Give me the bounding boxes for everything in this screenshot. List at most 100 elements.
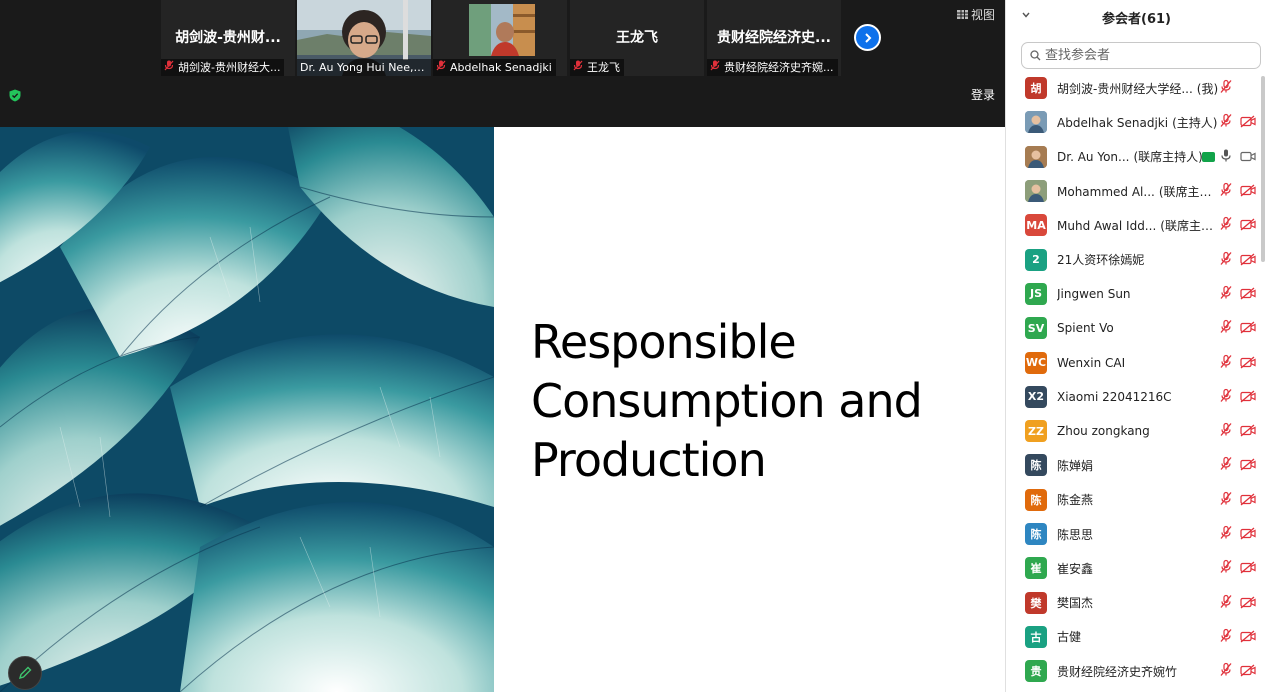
video-off-icon[interactable] [1240, 182, 1256, 201]
participant-search-box[interactable] [1021, 42, 1261, 69]
mic-muted-icon[interactable] [1219, 422, 1233, 441]
video-off-icon[interactable] [1240, 525, 1256, 544]
video-off-icon[interactable] [1240, 559, 1256, 578]
video-tile-1[interactable]: 胡剑波-贵州财... 胡剑波-贵州财经大... [161, 0, 295, 76]
participant-name: Spient Vo [1057, 321, 1219, 335]
video-off-icon[interactable] [1240, 593, 1256, 612]
avatar: 樊 [1025, 591, 1047, 614]
mic-muted-icon[interactable] [1219, 456, 1233, 475]
participant-search-input[interactable] [1045, 48, 1245, 63]
video-off-icon[interactable] [1240, 284, 1256, 303]
view-button[interactable]: 视图 [957, 6, 995, 23]
tile-caption-text: 贵财经院经济史齐婉... [724, 61, 834, 74]
mic-muted-icon[interactable] [1219, 216, 1233, 235]
annotate-button[interactable] [8, 656, 42, 690]
mic-muted-icon[interactable] [1219, 353, 1233, 372]
mic-muted-icon[interactable] [1219, 490, 1233, 509]
participant-row[interactable]: SV Spient Vo [1006, 311, 1267, 345]
mic-icon[interactable] [1219, 147, 1233, 166]
tile-caption: Abdelhak Senadjki [433, 59, 556, 76]
participant-row[interactable]: 胡胡剑波-贵州财经大学经... (我) [1006, 71, 1267, 105]
video-off-icon[interactable] [1240, 113, 1256, 132]
avatar: 胡 [1025, 77, 1047, 100]
participant-row[interactable]: MA Muhd Awal Idd...(联席主持人) [1006, 208, 1267, 242]
video-off-icon[interactable] [1240, 422, 1256, 441]
mic-muted-icon[interactable] [1219, 319, 1233, 338]
participant-name: 21人资环徐嫣妮 [1057, 251, 1219, 268]
mic-muted-icon [710, 59, 720, 76]
participant-role: (我) [1196, 81, 1219, 96]
participant-row[interactable]: 古古健 [1006, 620, 1267, 654]
video-off-icon[interactable] [1240, 353, 1256, 372]
mic-muted-icon[interactable] [1219, 113, 1233, 132]
mic-muted-icon[interactable] [1219, 79, 1233, 98]
participant-row[interactable]: 陈陈金燕 [1006, 483, 1267, 517]
tile-name: 王龙飞 [616, 30, 658, 46]
tile-name: 贵财经院经济史... [717, 30, 831, 46]
participant-list-scrollbar[interactable] [1261, 76, 1265, 262]
participant-role: (主持人) [1172, 115, 1218, 130]
video-off-icon[interactable] [1240, 662, 1256, 681]
video-off-icon[interactable] [1240, 250, 1256, 269]
mic-muted-icon[interactable] [1219, 525, 1233, 544]
mic-muted-icon[interactable] [1219, 662, 1233, 681]
participant-row[interactable]: 樊樊国杰 [1006, 585, 1267, 619]
video-off-icon[interactable] [1240, 319, 1256, 338]
participant-row[interactable]: 陈陈思思 [1006, 517, 1267, 551]
participant-row[interactable]: Mohammed Al...(联席主持人) [1006, 174, 1267, 208]
avatar: 陈 [1025, 488, 1047, 511]
zoom-meeting-window: 胡剑波-贵州财... 胡剑波-贵州财经大... Dr. Au Yong Hui … [0, 0, 1267, 692]
login-button[interactable]: 登录 [971, 86, 995, 103]
video-off-icon[interactable] [1240, 490, 1256, 509]
video-tile-2[interactable]: Dr. Au Yong Hui Nee, UT... [297, 0, 431, 76]
participant-row[interactable]: Dr. Au Yon... (联席主持人) [1006, 140, 1267, 174]
tile-caption-text: 王龙飞 [587, 61, 620, 74]
video-off-icon[interactable] [1240, 387, 1256, 406]
tile-caption: Dr. Au Yong Hui Nee, UT... [297, 59, 431, 76]
video-off-icon[interactable] [1240, 216, 1256, 235]
participant-name-text: Spient Vo [1057, 321, 1114, 336]
participant-name-text: 胡剑波-贵州财经大学经... [1057, 81, 1193, 96]
avatar: WC [1025, 351, 1047, 374]
fractal-artwork-image [0, 127, 494, 692]
participant-row[interactable]: JS Jingwen Sun [1006, 277, 1267, 311]
participant-row[interactable]: X2 Xiaomi 22041216C [1006, 380, 1267, 414]
video-tile-3[interactable]: Abdelhak Senadjki [433, 0, 567, 76]
participant-name: Muhd Awal Idd...(联席主持人) [1057, 217, 1219, 234]
video-off-icon[interactable] [1240, 627, 1256, 646]
encryption-shield-icon[interactable] [9, 87, 21, 106]
participant-row[interactable]: 陈陈婵娟 [1006, 448, 1267, 482]
video-tile-4[interactable]: 王龙飞 王龙飞 [570, 0, 704, 76]
mic-muted-icon[interactable] [1219, 182, 1233, 201]
participant-name: 陈思思 [1057, 526, 1219, 543]
participant-name: Xiaomi 22041216C [1057, 390, 1219, 404]
mic-muted-icon[interactable] [1219, 387, 1233, 406]
video-off-icon[interactable] [1240, 456, 1256, 475]
participant-name-text: Mohammed Al... [1057, 184, 1155, 199]
participant-row[interactable]: Abdelhak Senadjki (主持人) [1006, 105, 1267, 139]
participant-row[interactable]: 贵贵财经院经济史齐婉竹 [1006, 654, 1267, 688]
avatar: 古 [1025, 625, 1047, 648]
next-page-button[interactable] [854, 24, 881, 51]
participant-row[interactable]: 2 21人资环徐嫣妮 [1006, 242, 1267, 276]
mic-muted-icon[interactable] [1219, 559, 1233, 578]
avatar [1025, 180, 1047, 203]
avatar: 贵 [1025, 660, 1047, 683]
participant-name-text: Wenxin CAI [1057, 355, 1126, 370]
video-strip: 胡剑波-贵州财... 胡剑波-贵州财经大... Dr. Au Yong Hui … [0, 0, 1005, 127]
participant-name-text: Jingwen Sun [1057, 286, 1131, 301]
participant-row[interactable]: 崔崔安鑫 [1006, 551, 1267, 585]
participant-row[interactable]: WC Wenxin CAI [1006, 345, 1267, 379]
participant-list: 胡胡剑波-贵州财经大学经... (我) Abdelhak Senadjki (主持人)… [1006, 71, 1267, 688]
video-camera-icon[interactable] [1240, 147, 1256, 166]
shared-screen: Responsible Consumption and Production [0, 127, 1005, 692]
mic-muted-icon[interactable] [1219, 593, 1233, 612]
tile-name: 胡剑波-贵州财... [175, 30, 281, 46]
participant-name-text: 崔安鑫 [1057, 561, 1094, 576]
mic-muted-icon[interactable] [1219, 284, 1233, 303]
mic-muted-icon[interactable] [1219, 627, 1233, 646]
participant-row[interactable]: ZZ Zhou zongkang [1006, 414, 1267, 448]
video-tile-5[interactable]: 贵财经院经济史... 贵财经院经济史齐婉... [707, 0, 841, 76]
participant-role: (联席主持人) [1133, 150, 1203, 165]
mic-muted-icon[interactable] [1219, 250, 1233, 269]
